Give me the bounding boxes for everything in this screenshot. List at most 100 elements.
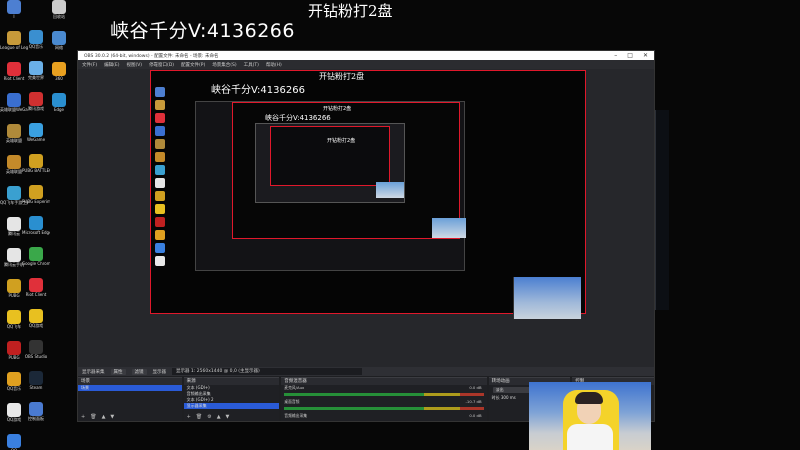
- mixer-dock: 音频混音器 麦克风/Aux 0.0 dB 桌面音频 -10.7 dB 音频输出采集 0…: [281, 377, 487, 421]
- sources-dock: 来源 文本 (GDI+) 音频输出采集 文本 (GDI+) 2 显示器采集 + 🗑…: [183, 377, 280, 421]
- app-icon: [52, 0, 66, 14]
- nested-obs-preview: 开钻粉打2盘 峡谷千分V:4136266 开钻粉打2盘: [195, 101, 466, 271]
- channel-db: 0.0 dB: [469, 385, 482, 390]
- nested-top-text: 开钻粉打2盘: [323, 106, 352, 112]
- selected-source-label: 显示器采集: [82, 369, 105, 375]
- desktop-icon[interactable]: OBS Studio: [23, 340, 49, 370]
- app-icon: [52, 31, 66, 45]
- desktop-icon-label: OBS Studio: [24, 354, 48, 359]
- app-icon: [29, 278, 43, 292]
- app-icon: [7, 434, 21, 448]
- mixer-channel: 麦克风/Aux 0.0 dB: [281, 385, 486, 391]
- channel-db: -10.7 dB: [465, 399, 482, 404]
- person-hair: [575, 392, 603, 404]
- volume-meter[interactable]: [284, 393, 484, 396]
- person-body: [567, 424, 613, 450]
- duration-label: 时长: [491, 395, 500, 400]
- overlay-top-text: 开钻粉打2盘: [308, 2, 393, 20]
- scene-item[interactable]: 场景: [78, 385, 182, 391]
- app-icon: [7, 93, 21, 107]
- canvas-desktop-icons: [153, 87, 175, 266]
- menu-item[interactable]: 文件(F): [82, 62, 97, 68]
- obs-menubar: 文件(F) 编辑(E) 视图(V) 停靠窗口(D) 配置文件(P) 场景集合(S) 工具(T…: [78, 60, 654, 69]
- desktop-icon[interactable]: WeGame: [23, 123, 49, 153]
- channel-name: 麦克风/Aux: [284, 385, 305, 390]
- app-icon: [7, 186, 21, 200]
- menu-item[interactable]: 帮助(H): [266, 62, 282, 68]
- app-icon: [29, 154, 43, 168]
- desktop-icon-label: QQ游戏: [28, 323, 44, 328]
- filters-button[interactable]: 滤镜: [131, 368, 147, 375]
- desktop-icon-label: Google Chrome: [22, 261, 50, 266]
- obs-titlebar[interactable]: OBS 30.0.2 (64-bit, windows) - 配置文件: 未命名…: [78, 51, 654, 60]
- desktop-icon[interactable]: 控制面板: [23, 402, 49, 432]
- webcam-overlay: [529, 382, 651, 450]
- display-select[interactable]: 显示器 1: 2560x1440 @ 0,0 (主显示器): [172, 368, 362, 375]
- properties-button[interactable]: 属性: [110, 368, 126, 375]
- desktop-icon[interactable]: 回收站: [46, 0, 72, 30]
- app-icon: [29, 185, 43, 199]
- desktop-icon[interactable]: QQ游戏: [23, 309, 49, 339]
- app-icon: [29, 340, 43, 354]
- sources-dock-title: 来源: [183, 378, 280, 385]
- menu-item[interactable]: 编辑(E): [104, 62, 119, 68]
- desktop-icon[interactable]: QQ: [1, 434, 27, 450]
- app-icon: [7, 31, 21, 45]
- app-icon: [29, 309, 43, 323]
- desktop-icon[interactable]: I: [1, 0, 27, 30]
- app-icon: [7, 155, 21, 169]
- desktop-icon[interactable]: Google Chrome: [22, 247, 50, 277]
- app-icon: [29, 216, 43, 230]
- menu-item[interactable]: 配置文件(P): [181, 62, 205, 68]
- preview-canvas[interactable]: 开钻粉打2盘 峡谷千分V:4136266 开钻粉打2盘 峡谷千分V:413626…: [150, 70, 586, 319]
- app-icon: [29, 371, 43, 385]
- desktop-icon-label: WeGame: [26, 137, 46, 142]
- desktop-icon-label: Edge: [53, 107, 65, 112]
- app-icon: [7, 124, 21, 138]
- obs-preview[interactable]: 开钻粉打2盘 峡谷千分V:4136266 开钻粉打2盘 峡谷千分V:413626…: [78, 69, 654, 367]
- menu-item[interactable]: 视图(V): [126, 62, 142, 68]
- obs-title: OBS 30.0.2 (64-bit, windows) - 配置文件: 未命名…: [84, 53, 219, 59]
- desktop-icon[interactable]: Riot Client: [23, 278, 49, 308]
- source-item[interactable]: 显示器采集: [183, 403, 280, 409]
- desktop-icon[interactable]: Steam: [23, 371, 49, 401]
- menu-item[interactable]: 场景集合(S): [212, 62, 236, 68]
- app-icon: [7, 279, 21, 293]
- overlay-streamer-text: 峡谷千分V:4136266: [110, 20, 295, 42]
- desktop-icon-label: PUBG Experime...: [22, 199, 50, 204]
- desktop-icon-label: 360: [55, 76, 63, 81]
- source-toolbar: 显示器采集 属性 滤镜 显示器 显示器 1: 2560x1440 @ 0,0 (…: [78, 367, 654, 376]
- close-icon[interactable]: ✕: [643, 52, 648, 59]
- nested-webcam-2: [376, 182, 404, 198]
- obs-window[interactable]: OBS 30.0.2 (64-bit, windows) - 配置文件: 未命名…: [77, 50, 655, 422]
- desktop-icon[interactable]: Edge: [46, 93, 72, 123]
- app-icon: [7, 217, 21, 231]
- desktop-icon-label: I: [13, 14, 15, 19]
- desktop-icon[interactable]: Microsoft Edge: [22, 216, 50, 246]
- desktop-icon[interactable]: PUBG Experime...: [22, 185, 50, 215]
- channel-name: 桌面音频: [284, 399, 300, 404]
- app-icon: [7, 62, 21, 76]
- app-icon: [7, 403, 21, 417]
- nested-top-text-2: 开钻粉打2盘: [327, 138, 356, 144]
- app-icon: [7, 372, 21, 386]
- duration-value[interactable]: 300 ms: [501, 395, 516, 400]
- desktop-icon-label: Riot Client: [25, 292, 47, 297]
- app-icon: [7, 0, 21, 14]
- menu-item[interactable]: 工具(T): [244, 62, 259, 68]
- app-icon: [7, 310, 21, 324]
- menu-item[interactable]: 停靠窗口(D): [149, 62, 174, 68]
- mixer-dock-title: 音频混音器: [281, 378, 487, 385]
- desktop-icon[interactable]: 网络: [46, 31, 72, 61]
- app-icon: [29, 92, 43, 106]
- nested-streamer-text: 峡谷千分V:4136266: [265, 114, 331, 122]
- maximize-icon[interactable]: □: [627, 52, 633, 59]
- volume-meter[interactable]: [284, 407, 484, 410]
- minimize-icon[interactable]: –: [614, 52, 617, 59]
- desktop-icon-label: 回收站: [53, 14, 65, 19]
- app-icon: [29, 247, 43, 261]
- app-icon: [52, 62, 66, 76]
- app-icon: [29, 30, 43, 44]
- desktop-icon[interactable]: PUBG BATTLEGR...: [22, 154, 50, 184]
- desktop-icon[interactable]: 360: [46, 62, 72, 92]
